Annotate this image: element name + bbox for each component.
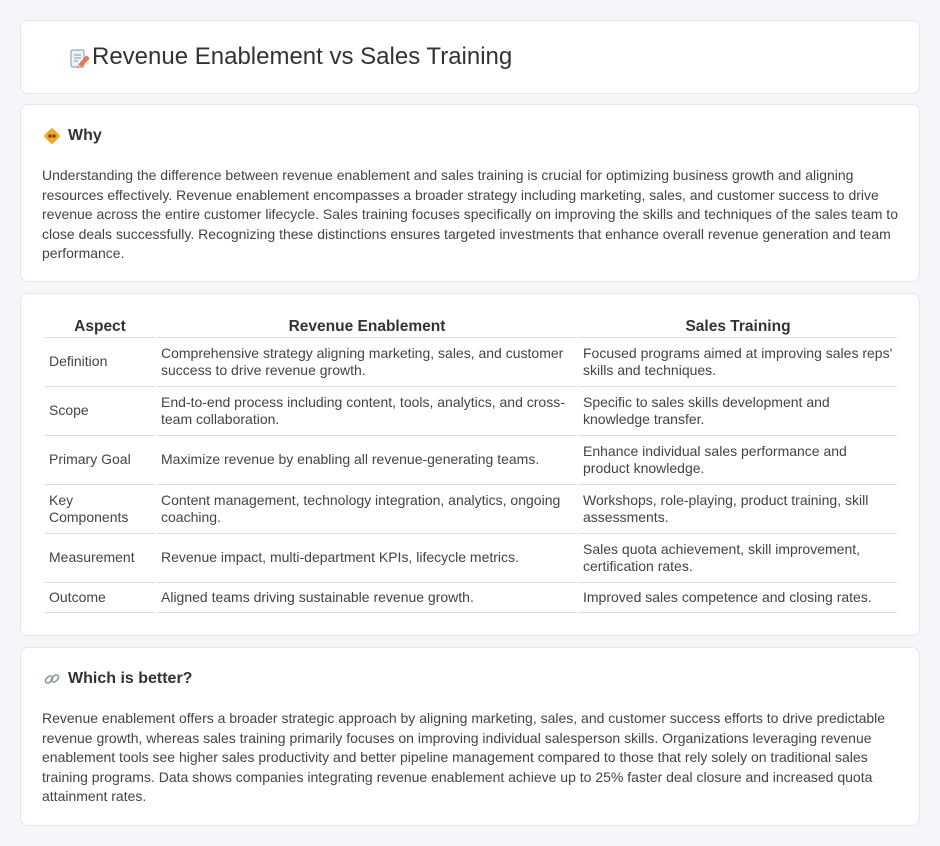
table-header-row: Aspect Revenue Enablement Sales Training (45, 316, 897, 338)
comparison-table: Aspect Revenue Enablement Sales Training… (43, 316, 899, 613)
table-row: Definition Comprehensive strategy aligni… (45, 338, 897, 387)
table-row: Scope End-to-end process including conte… (45, 387, 897, 436)
which-is-better-card: Which is better? Revenue enablement offe… (20, 647, 920, 826)
table-cell-aspect: Definition (45, 338, 155, 387)
table-cell-revenue-enablement: Content management, technology integrati… (157, 485, 577, 534)
table-row: Measurement Revenue impact, multi-depart… (45, 534, 897, 583)
which-is-better-title: Which is better? (68, 670, 193, 687)
table-cell-aspect: Key Components (45, 485, 155, 534)
table-cell-sales-training: Enhance individual sales performance and… (579, 436, 897, 485)
handshake-diamond-icon (43, 127, 61, 145)
table-cell-revenue-enablement: Maximize revenue by enabling all revenue… (157, 436, 577, 485)
why-text: Understanding the difference between rev… (42, 167, 898, 262)
column-header-aspect: Aspect (45, 316, 155, 338)
table-cell-aspect: Scope (45, 387, 155, 436)
table-cell-aspect: Measurement (45, 534, 155, 583)
table-cell-aspect: Primary Goal (45, 436, 155, 485)
table-cell-revenue-enablement: Aligned teams driving sustainable revenu… (157, 583, 577, 613)
table-row: Outcome Aligned teams driving sustainabl… (45, 583, 897, 613)
header-card: Revenue Enablement vs Sales Training (20, 20, 920, 94)
table-cell-sales-training: Sales quota achievement, skill improveme… (579, 534, 897, 583)
table-cell-revenue-enablement: Revenue impact, multi-department KPIs, l… (157, 534, 577, 583)
document-pencil-icon (67, 47, 91, 71)
page-title: Revenue Enablement vs Sales Training (92, 43, 513, 70)
table-cell-sales-training: Specific to sales skills development and… (579, 387, 897, 436)
table-cell-sales-training: Focused programs aimed at improving sale… (579, 338, 897, 387)
which-is-better-text: Revenue enablement offers a broader stra… (42, 710, 886, 805)
table-cell-aspect: Outcome (45, 583, 155, 613)
which-is-better-heading: Which is better? (43, 670, 192, 688)
why-card: Why Understanding the difference between… (20, 104, 920, 282)
why-heading: Why (43, 127, 102, 145)
column-header-sales-training: Sales Training (579, 316, 897, 338)
table-cell-sales-training: Workshops, role-playing, product trainin… (579, 485, 897, 534)
table-row: Primary Goal Maximize revenue by enablin… (45, 436, 897, 485)
comparison-card: Aspect Revenue Enablement Sales Training… (20, 293, 920, 636)
table-cell-revenue-enablement: Comprehensive strategy aligning marketin… (157, 338, 577, 387)
table-cell-sales-training: Improved sales competence and closing ra… (579, 583, 897, 613)
table-row: Key Components Content management, techn… (45, 485, 897, 534)
table-cell-revenue-enablement: End-to-end process including content, to… (157, 387, 577, 436)
why-title: Why (68, 127, 102, 144)
link-icon (43, 670, 61, 688)
column-header-revenue-enablement: Revenue Enablement (157, 316, 577, 338)
